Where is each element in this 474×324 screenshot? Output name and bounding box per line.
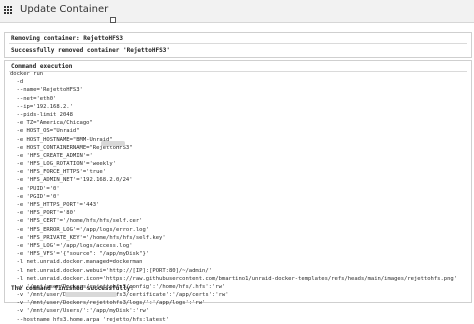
log-line: --ip='192.168.2.' [10,103,73,110]
log-line: -e 'HFS_PORT'='80' [10,210,77,217]
finished-message: The command finished successfully! [11,285,134,292]
log-line: --pids-limit 2048 [10,111,73,118]
log-line: -e 'HFS_LOG_ROTATION'='weekly' [10,161,116,168]
log-line: -l net.unraid.docker.webui='http://[IP]:… [10,267,212,274]
log-line: -e 'HFS_LOG'='/app/logs/access.log' [10,242,133,249]
log-line: -e HOST_CONTAINERNAME="RejettoHFS3" [10,144,133,151]
log-line: -e HOST_HOSTNAME="BMM-Unraid" [10,136,113,143]
log-line: -e 'HFS_HTTPS_PORT'='443' [10,202,100,208]
grid-icon [4,6,14,16]
redaction [101,141,125,146]
log-line: -l net.unraid.docker.managed=dockerman [10,259,143,266]
log-line: -e 'HFS_VFS'='{"source": "/app/myDisk"}' [10,251,150,258]
log-line: -e 'PGID'='0' [10,193,60,200]
log-line: -e 'HFS_PRIVATE_KEY'='/home/hfs/hfs/self… [10,234,166,241]
log-line: -e 'HFS_FORCE_HTTPS'='true' [10,169,107,176]
log-line: -e TZ="America/Chicago" [10,120,93,127]
redaction [65,292,117,297]
log-line: -e 'PUID'='0' [10,185,60,192]
log-line: -v '/mnt/user/Dockers/rejettohfs3/logs/'… [10,300,206,307]
log-line: --hostname hfs3.home.arpa 'rejetto/hfs:l… [10,316,169,323]
log-line: -e 'HFS_ERROR_LOG'='/app/logs/error.log' [10,226,150,233]
log-line: -e 'HFS_ADMIN_NET'='192.168.2.0/24' [10,177,133,184]
execution-panel: Command execution docker run -d --name='… [4,60,472,323]
log-line: --net='eth0' [10,95,57,102]
log-line: -e HOST_OS="Unraid" [10,128,80,135]
log-line: -l net.unraid.docker.icon='https://raw.g… [10,275,458,282]
log-line: docker run [10,71,44,77]
log-line: -d [10,79,24,86]
title-bar: Update Container [0,0,474,23]
log-line: -e 'HFS_CERT'='/home/hfs/hfs/self.cer' [10,218,143,225]
log-line: -e 'HFS_CREATE_ADMIN'=' [10,152,93,159]
log-line: --name='RejettoHFS3' [10,87,83,94]
log-line: -v '/mnt/user/Users/':'/app/myDisk':'rw' [10,308,150,315]
removing-header: Removing container: RejettoHFS3 [11,35,123,42]
window-title: Update Container [20,4,109,15]
removing-panel: Removing container: RejettoHFS3 Successf… [4,32,472,58]
removing-message: Successfully removed container 'RejettoH… [11,47,170,54]
restore-icon[interactable] [110,17,116,23]
